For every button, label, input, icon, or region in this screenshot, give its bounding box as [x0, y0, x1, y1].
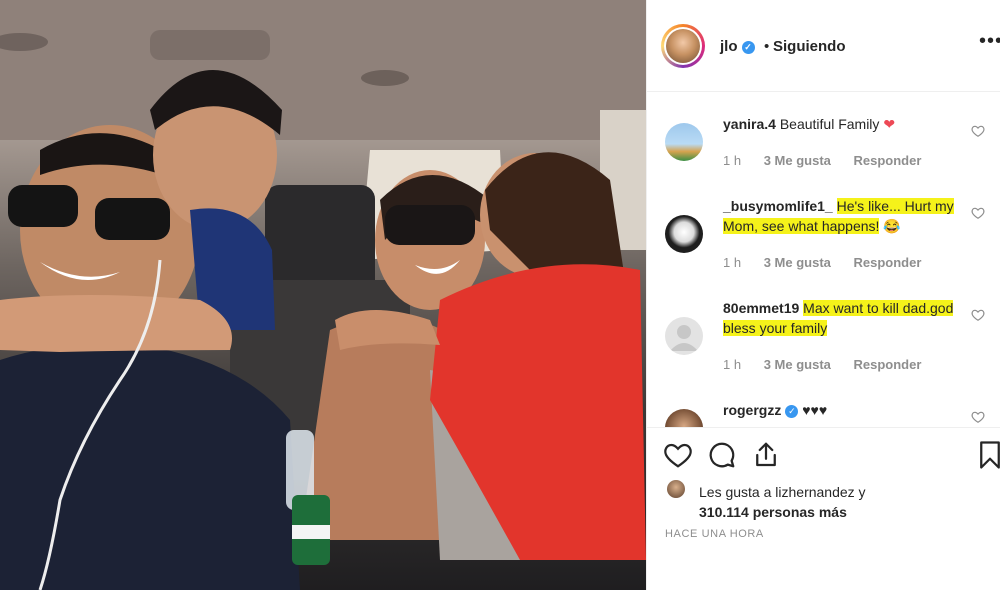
comment-text: _busymomlife1_ He's like... Hurt my Mom,… — [723, 196, 963, 236]
heart-emoji: ❤ — [883, 116, 896, 132]
comment-like-heart-icon[interactable] — [971, 124, 985, 138]
photo-illustration — [0, 0, 646, 590]
hearts-emoji: ♥♥♥ — [802, 402, 828, 418]
comment-like-heart-icon[interactable] — [971, 308, 985, 322]
comment-text: rogergzz ✓ ♥♥♥ — [723, 400, 963, 420]
share-icon[interactable] — [751, 440, 781, 470]
heart-icon[interactable] — [663, 440, 693, 470]
comment-time: 1 h — [723, 255, 742, 270]
comment-likes[interactable]: 3 Me gusta — [764, 357, 831, 372]
comment-likes[interactable]: 3 Me gusta — [764, 255, 831, 270]
post-actions: Les gusta a lizhernandez y 310.114 perso… — [647, 427, 1000, 590]
more-options-icon[interactable]: ••• — [979, 30, 1000, 53]
commenter-avatar[interactable] — [665, 317, 703, 355]
bookmark-icon[interactable] — [975, 440, 1000, 470]
post-side-panel: jlo✓ • Siguiendo ••• yanira.4 Beautiful … — [646, 0, 1000, 590]
commenter-username[interactable]: _busymomlife1_ — [723, 198, 833, 214]
comment-like-heart-icon[interactable] — [971, 206, 985, 220]
comment-likes[interactable]: 3 Me gusta — [764, 153, 831, 168]
post-photo — [0, 0, 646, 590]
verified-badge-icon: ✓ — [785, 405, 799, 418]
commenter-avatar[interactable] — [665, 123, 703, 161]
comment-like-heart-icon[interactable] — [971, 410, 985, 424]
liker-avatar[interactable] — [667, 480, 685, 498]
author-username[interactable]: jlo ✓ — [720, 38, 755, 55]
comment-time: 1 h — [723, 357, 742, 372]
comments-list[interactable]: yanira.4 Beautiful Family ❤ 1 h 3 Me gus… — [647, 92, 1000, 427]
commenter-avatar[interactable] — [665, 215, 703, 253]
follow-status-button[interactable]: Siguiendo — [773, 38, 846, 55]
reply-button[interactable]: Responder — [854, 357, 922, 372]
comment-meta: 1 h 3 Me gusta Responder — [723, 255, 940, 270]
commenter-username[interactable]: rogergzz — [723, 402, 781, 418]
commenter-avatar[interactable] — [665, 409, 703, 427]
default-avatar-icon — [670, 325, 698, 351]
commenter-username[interactable]: yanira.4 — [723, 116, 776, 132]
comment-time: 1 h — [723, 153, 742, 168]
comment-text: yanira.4 Beautiful Family ❤ — [723, 116, 896, 132]
comment-meta: 1 h 3 Me gusta Responder — [723, 153, 940, 168]
reply-button[interactable]: Responder — [854, 153, 922, 168]
comment-meta: 1 h 3 Me gusta Responder — [723, 357, 940, 372]
post-header: jlo✓ • Siguiendo ••• — [647, 0, 1000, 92]
comment-text: 80emmet19 Max want to kill dad.god bless… — [723, 298, 963, 338]
author-avatar[interactable] — [661, 24, 705, 68]
likes-summary[interactable]: Les gusta a lizhernandez y 310.114 perso… — [699, 482, 866, 522]
reply-button[interactable]: Responder — [854, 255, 922, 270]
verified-badge-icon: ✓ — [741, 41, 755, 54]
header-separator: • — [764, 38, 770, 55]
post-timestamp: HACE UNA HORA — [665, 528, 764, 540]
laugh-emoji: 😂 — [883, 218, 901, 234]
comment-icon[interactable] — [707, 440, 737, 470]
commenter-username[interactable]: 80emmet19 — [723, 300, 799, 316]
